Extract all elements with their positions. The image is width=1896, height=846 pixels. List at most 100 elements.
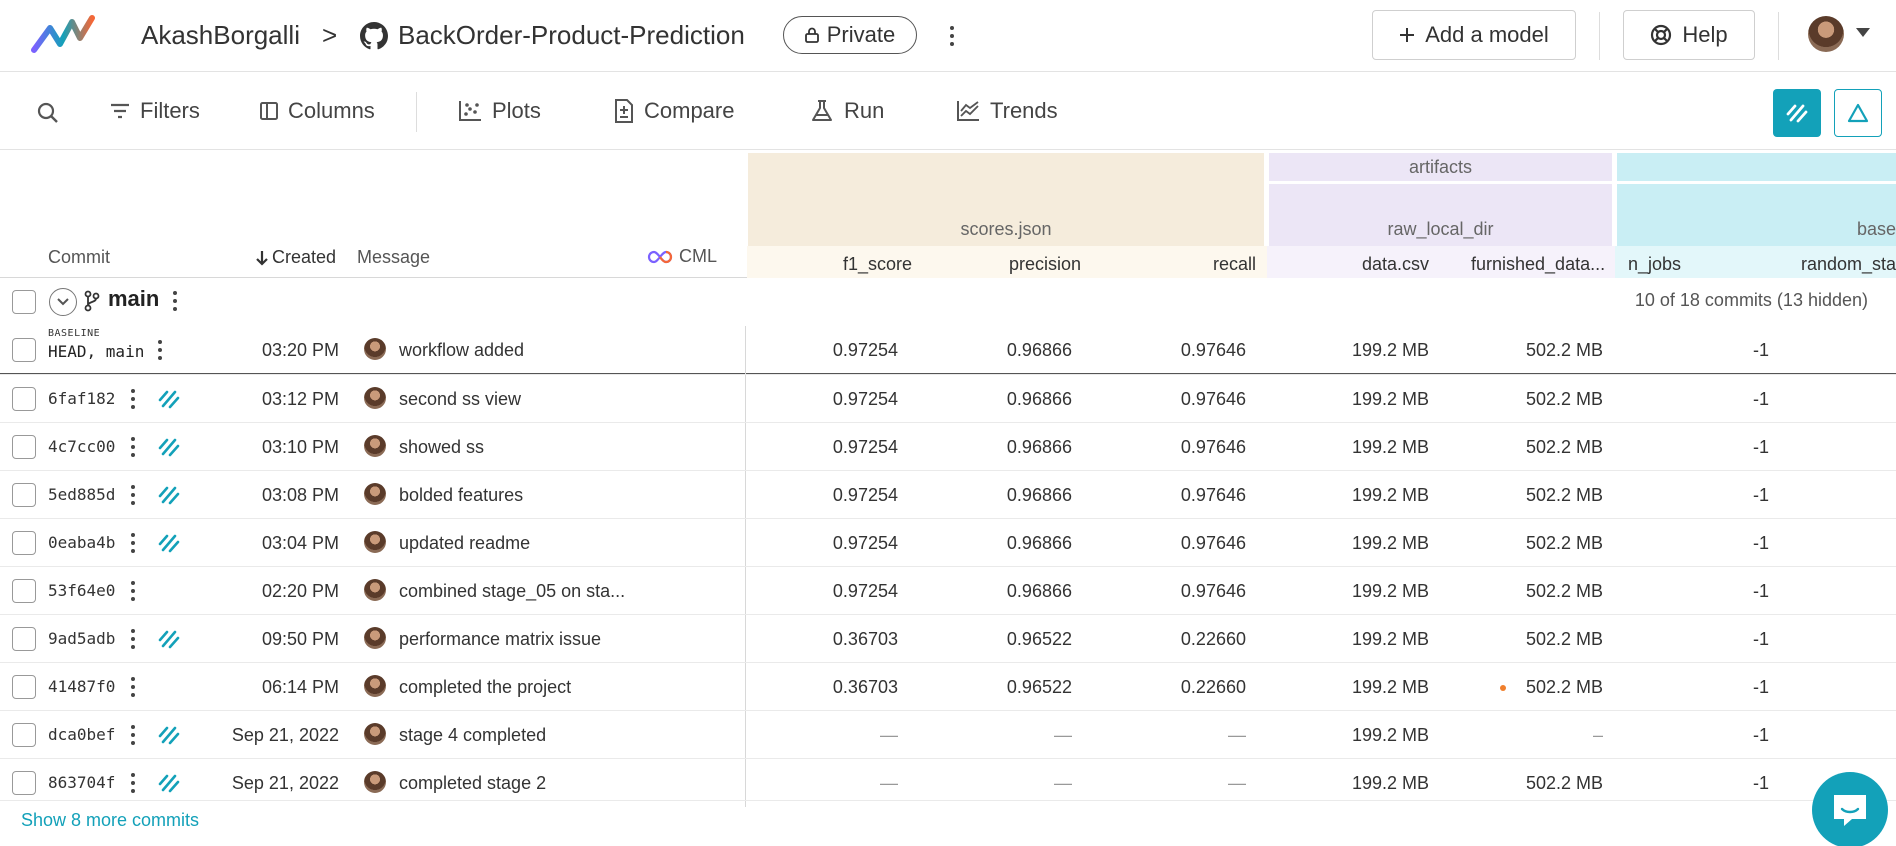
data-csv-value: 199.2 MB <box>1351 773 1429 793</box>
dvc-view-toggle-button[interactable] <box>1773 89 1821 137</box>
compare-doc-icon <box>615 99 633 123</box>
table-header: Commit Created Message CML scores.json a… <box>0 150 1896 278</box>
column-header-precision[interactable]: precision <box>1009 250 1081 278</box>
row-menu-icon[interactable] <box>129 629 137 649</box>
commit-refs[interactable]: HEAD, main <box>48 342 144 361</box>
row-menu-icon[interactable] <box>129 485 137 505</box>
row-checkbox[interactable] <box>12 387 36 411</box>
row-menu-icon[interactable] <box>129 389 137 409</box>
column-header-n-jobs[interactable]: n_jobs <box>1628 250 1681 278</box>
column-header-cml[interactable]: CML <box>647 246 717 267</box>
row-menu-icon[interactable] <box>129 677 137 697</box>
commit-hash[interactable]: 5ed885d <box>48 485 115 504</box>
columns-button[interactable]: Columns <box>260 96 375 126</box>
breadcrumb-repo[interactable]: BackOrder-Product-Prediction <box>398 20 745 51</box>
table-row[interactable]: 41487f0 06:14 PM completed the project 0.36… <box>0 662 1896 711</box>
support-chat-button[interactable] <box>1812 772 1888 846</box>
collapse-branch-button[interactable] <box>49 288 77 316</box>
furnished-data-value: – <box>1592 725 1603 745</box>
commit-hash[interactable]: 0eaba4b <box>48 533 115 552</box>
f1-score-value: 0.97254 <box>832 437 898 457</box>
f1-score-value: 0.36703 <box>832 629 898 649</box>
scatter-plot-icon <box>459 101 481 121</box>
add-model-button[interactable]: Add a model <box>1372 10 1576 60</box>
table-row[interactable]: 6faf182 03:12 PM second ss view 0.97254 0.96… <box>0 374 1896 423</box>
row-menu-icon[interactable] <box>129 581 137 601</box>
column-header-data-csv[interactable]: data.csv <box>1362 250 1429 278</box>
help-button[interactable]: Help <box>1623 10 1755 60</box>
commit-hash[interactable]: 9ad5adb <box>48 629 115 648</box>
commit-created: Sep 21, 2022 <box>231 773 339 793</box>
author-avatar <box>364 579 386 601</box>
row-menu-icon[interactable] <box>156 340 164 360</box>
column-header-recall[interactable]: recall <box>1213 250 1256 278</box>
row-menu-icon[interactable] <box>129 725 137 745</box>
column-header-created[interactable]: Created <box>256 247 336 268</box>
column-header-random-state[interactable]: random_sta <box>1801 250 1896 278</box>
commit-hash[interactable]: 4c7cc00 <box>48 437 115 456</box>
branch-row: main 10 of 18 commits (13 hidden) <box>0 279 1896 325</box>
column-header-furnished-data[interactable]: furnished_data... <box>1471 250 1605 278</box>
table-row[interactable]: 863704f Sep 21, 2022 completed stage 2 — — — 1… <box>0 758 1896 807</box>
row-checkbox[interactable] <box>12 579 36 603</box>
trends-button[interactable]: Trends <box>956 96 1058 126</box>
chat-icon <box>1834 795 1866 826</box>
delta-view-toggle-button[interactable] <box>1834 89 1882 137</box>
branch-checkbox[interactable] <box>12 290 36 314</box>
table-row[interactable]: 5ed885d 03:08 PM bolded features 0.97254 0.9… <box>0 470 1896 519</box>
commit-created: 03:20 PM <box>261 340 339 360</box>
row-checkbox[interactable] <box>12 483 36 507</box>
row-checkbox[interactable] <box>12 723 36 747</box>
row-checkbox[interactable] <box>12 531 36 555</box>
repo-menu-icon[interactable] <box>944 18 960 54</box>
furnished-data-value: 502.2 MB <box>1525 581 1603 601</box>
created-label: Created <box>272 247 337 267</box>
commit-hash[interactable]: 41487f0 <box>48 677 115 696</box>
compare-button[interactable]: Compare <box>614 96 734 126</box>
plots-button[interactable]: Plots <box>458 96 541 126</box>
row-checkbox[interactable] <box>12 675 36 699</box>
commit-hash[interactable]: dca0bef <box>48 725 115 744</box>
filters-button[interactable]: Filters <box>110 96 200 126</box>
column-header-f1-score[interactable]: f1_score <box>843 250 912 278</box>
table-row[interactable]: BASELINE HEAD, main 03:20 PM workflow added… <box>0 326 1896 374</box>
author-avatar <box>364 483 386 505</box>
row-menu-icon[interactable] <box>129 533 137 553</box>
commit-hash[interactable]: 863704f <box>48 773 115 792</box>
recall-value: 0.97646 <box>1180 485 1246 505</box>
run-button[interactable]: Run <box>810 96 884 126</box>
column-header-message[interactable]: Message <box>357 247 430 268</box>
branch-menu-icon[interactable] <box>171 291 179 311</box>
author-avatar <box>364 435 386 457</box>
f1-score-value: 0.36703 <box>832 677 898 697</box>
recall-value: 0.97646 <box>1180 581 1246 601</box>
row-checkbox[interactable] <box>12 627 36 651</box>
changed-indicator-dot <box>1500 685 1506 691</box>
column-header-commit[interactable]: Commit <box>48 247 110 268</box>
precision-value: 0.96866 <box>1006 485 1072 505</box>
divider <box>745 326 746 374</box>
row-menu-icon[interactable] <box>129 773 137 793</box>
table-row[interactable]: 0eaba4b 03:04 PM updated readme 0.97254 0.96… <box>0 518 1896 567</box>
table-row[interactable]: 9ad5adb 09:50 PM performance matrix issue 0… <box>0 614 1896 663</box>
show-more-commits-link[interactable]: Show 8 more commits <box>21 810 199 831</box>
breadcrumb-owner[interactable]: AkashBorgalli <box>141 20 300 51</box>
user-avatar[interactable] <box>1808 16 1844 52</box>
columns-label: Columns <box>288 98 375 123</box>
table-row[interactable]: 4c7cc00 03:10 PM showed ss 0.97254 0.96866 0.… <box>0 422 1896 471</box>
search-icon[interactable] <box>37 102 59 124</box>
app-logo-icon[interactable] <box>30 14 96 56</box>
row-checkbox[interactable] <box>12 435 36 459</box>
chevron-down-icon[interactable] <box>1856 28 1870 37</box>
row-menu-icon[interactable] <box>129 437 137 457</box>
table-row[interactable]: dca0bef Sep 21, 2022 stage 4 completed — — — 1… <box>0 710 1896 759</box>
row-checkbox[interactable] <box>12 771 36 795</box>
n-jobs-value: -1 <box>1752 725 1769 745</box>
n-jobs-value: -1 <box>1752 629 1769 649</box>
data-csv-value: 199.2 MB <box>1351 389 1429 409</box>
f1-score-value: 0.97254 <box>832 340 898 360</box>
commit-hash[interactable]: 53f64e0 <box>48 581 115 600</box>
table-row[interactable]: 53f64e0 02:20 PM combined stage_05 on sta.… <box>0 566 1896 615</box>
row-checkbox[interactable] <box>12 338 36 362</box>
commit-hash[interactable]: 6faf182 <box>48 389 115 408</box>
